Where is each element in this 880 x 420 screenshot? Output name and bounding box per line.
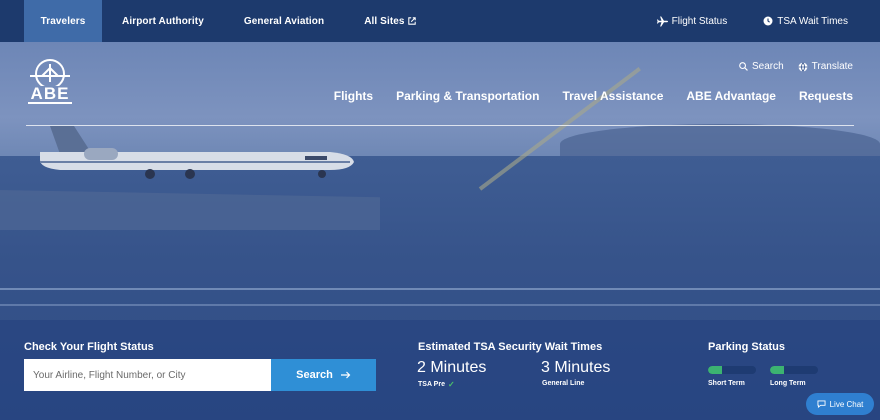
- tsa-pre-time: 2 Minutes: [417, 359, 487, 376]
- nav-item-flights[interactable]: Flights: [334, 89, 373, 103]
- tab-airport-authority[interactable]: Airport Authority: [102, 0, 224, 42]
- external-link-icon: [407, 17, 416, 25]
- airplane-photo: [40, 126, 354, 179]
- tsa-wait-label: TSA Wait Times: [777, 15, 848, 27]
- tsa-pre-label-wrap: TSA Pre ✓: [418, 380, 455, 389]
- nav-item-abe-advantage[interactable]: ABE Advantage: [686, 89, 776, 103]
- tsa-pre-label: TSA Pre: [418, 381, 445, 388]
- top-utility-links: Flight Status TSA Wait Times: [639, 16, 880, 27]
- general-line-label: General Line: [542, 380, 585, 387]
- flight-search-button-label: Search: [296, 369, 333, 381]
- logo-mark-icon: [30, 59, 70, 86]
- short-term-label: Short Term: [708, 380, 745, 387]
- flight-status-title: Check Your Flight Status: [24, 341, 154, 353]
- search-icon: [739, 62, 748, 71]
- header-divider: [26, 125, 854, 126]
- nav-item-requests[interactable]: Requests: [799, 89, 853, 103]
- tsa-wait-link[interactable]: TSA Wait Times: [745, 16, 866, 27]
- live-chat-button[interactable]: Live Chat: [806, 393, 874, 415]
- airplane-icon: [656, 15, 668, 27]
- chat-bubble-icon: [817, 400, 826, 408]
- check-icon: ✓: [447, 380, 455, 389]
- flight-search-input[interactable]: [24, 359, 271, 391]
- arrow-right-icon: [340, 371, 351, 379]
- tab-all-sites[interactable]: All Sites: [344, 0, 435, 42]
- main-nav: Flights Parking & Transportation Travel …: [334, 89, 853, 103]
- flight-search-button[interactable]: Search: [271, 359, 376, 391]
- translate-link[interactable]: Translate: [798, 61, 853, 72]
- long-term-fill: [770, 366, 785, 374]
- logo-wordmark: ABE: [30, 84, 70, 103]
- logo-underline: [28, 102, 72, 104]
- header-utility: Search Translate: [739, 61, 853, 72]
- top-utility-bar: Travelers Airport Authority General Avia…: [0, 0, 880, 42]
- abe-logo[interactable]: ABE: [26, 58, 74, 106]
- tab-all-sites-label: All Sites: [364, 15, 405, 27]
- runway-stripe: [0, 304, 880, 306]
- tab-travelers[interactable]: Travelers: [24, 0, 102, 42]
- flight-status-label: Flight Status: [671, 15, 728, 27]
- short-term-bar: [708, 366, 756, 374]
- nav-item-parking-transportation[interactable]: Parking & Transportation: [396, 89, 539, 103]
- general-line-time: 3 Minutes: [541, 359, 611, 376]
- parking-title: Parking Status: [708, 341, 786, 353]
- clock-icon: [763, 16, 773, 26]
- header-search-label: Search: [751, 61, 784, 72]
- runway-stripe: [0, 288, 880, 290]
- long-term-label: Long Term: [770, 380, 806, 387]
- header-search-link[interactable]: Search: [739, 61, 784, 72]
- tab-general-aviation[interactable]: General Aviation: [224, 0, 344, 42]
- translate-label: Translate: [811, 61, 853, 72]
- globe-icon: [798, 61, 808, 72]
- live-chat-label: Live Chat: [829, 399, 864, 409]
- short-term-fill: [708, 366, 723, 374]
- long-term-bar: [770, 366, 818, 374]
- flight-status-link[interactable]: Flight Status: [639, 16, 746, 27]
- tsa-title: Estimated TSA Security Wait Times: [418, 341, 603, 353]
- nav-item-travel-assistance[interactable]: Travel Assistance: [562, 89, 663, 103]
